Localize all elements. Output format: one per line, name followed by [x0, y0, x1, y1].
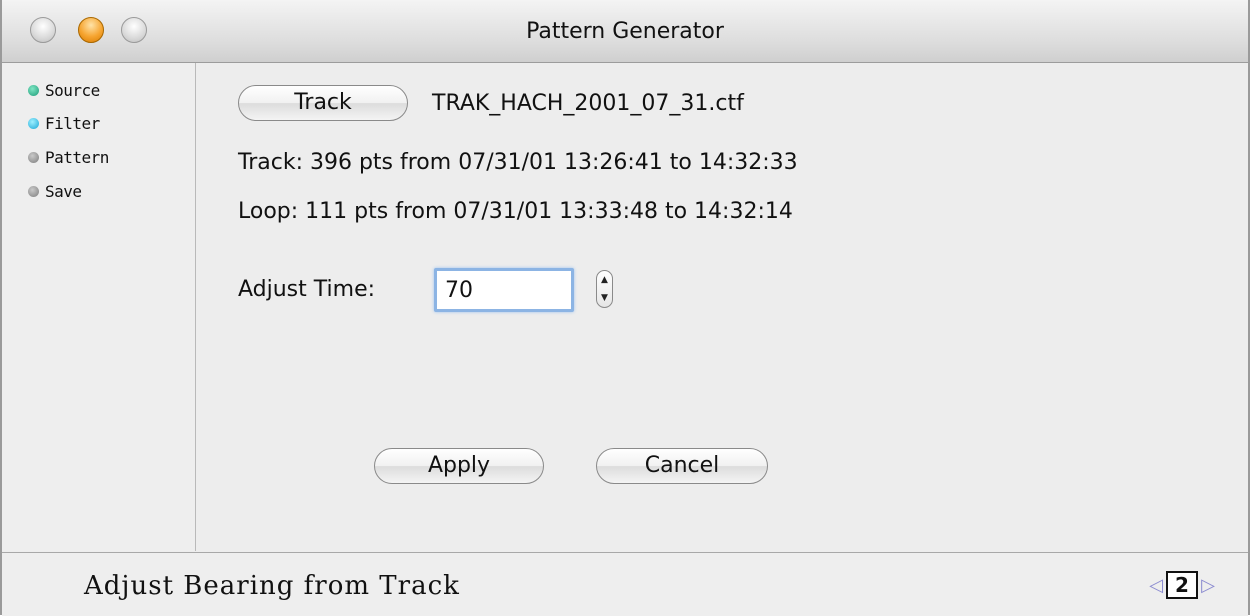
step-label: Filter — [45, 113, 100, 133]
page-number: 2 — [1166, 571, 1198, 599]
title-bar[interactable]: Pattern Generator — [2, 0, 1248, 63]
track-button[interactable]: Track — [238, 85, 408, 121]
triangle-left-icon[interactable]: ◁ — [1146, 575, 1166, 596]
step-filter: Filter — [28, 112, 100, 134]
adjust-time-input[interactable] — [437, 271, 571, 309]
pattern-generator-window: Pattern Generator Source Filter Pattern … — [0, 0, 1250, 616]
triangle-right-icon[interactable]: ▷ — [1198, 575, 1218, 596]
pager: ◁ 2 ▷ — [1146, 569, 1218, 601]
status-dot-icon — [28, 185, 39, 197]
cancel-button[interactable]: Cancel — [596, 448, 768, 484]
status-dot-icon — [28, 84, 39, 96]
track-file-name: TRAK_HACH_2001_07_31.ctf — [432, 91, 744, 116]
step-source: Source — [28, 79, 100, 101]
stepper-down-icon[interactable]: ▼ — [597, 289, 612, 307]
adjust-time-stepper[interactable]: ▲ ▼ — [596, 270, 613, 308]
footer-bar: Adjust Bearing from Track ◁ 2 ▷ — [2, 552, 1248, 616]
apply-button[interactable]: Apply — [374, 448, 544, 484]
adjust-time-field[interactable] — [434, 268, 574, 312]
loop-info: Loop: 111 pts from 07/31/01 13:33:48 to … — [238, 199, 793, 224]
steps-sidebar: Source Filter Pattern Save — [2, 63, 196, 551]
stepper-up-icon[interactable]: ▲ — [597, 271, 612, 289]
status-dot-icon — [28, 117, 39, 129]
status-dot-icon — [28, 151, 39, 163]
window-title: Pattern Generator — [526, 19, 724, 44]
step-label: Pattern — [45, 147, 109, 167]
track-info: Track: 396 pts from 07/31/01 13:26:41 to… — [238, 150, 798, 175]
main-panel: Track TRAK_HACH_2001_07_31.ctf Track: 39… — [196, 63, 1248, 551]
step-label: Save — [45, 181, 82, 201]
step-description: Adjust Bearing from Track — [84, 571, 460, 601]
step-pattern: Pattern — [28, 146, 109, 168]
step-label: Source — [45, 80, 100, 100]
adjust-time-label: Adjust Time: — [238, 277, 376, 302]
step-save: Save — [28, 180, 82, 202]
